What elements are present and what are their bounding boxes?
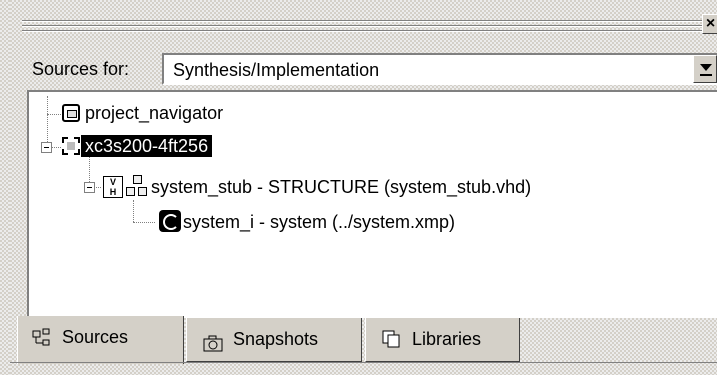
sources-tab-icon [32,328,50,346]
collapse-icon[interactable] [84,182,95,193]
sources-for-label: Sources for: [32,59,130,79]
panel-title-grip[interactable] [22,18,702,34]
tab-libraries[interactable]: Libraries [365,318,520,362]
xps-system-icon [159,210,181,232]
close-panel-button[interactable]: × [702,14,717,34]
libraries-icon [382,330,400,348]
close-icon: × [705,15,716,32]
tab-libraries-label: Libraries [412,329,482,349]
window-left-edge [0,0,10,375]
sources-for-dropdown[interactable]: Synthesis/Implementation [162,53,717,85]
tree-item-project-navigator[interactable]: project_navigator [85,102,223,124]
modules-icon [126,175,148,197]
chip-icon [62,137,80,155]
tab-sources-label: Sources [62,327,129,347]
project-icon [62,104,80,122]
tree-item-device[interactable]: xc3s200-4ft256 [81,135,213,157]
collapse-icon[interactable] [41,142,52,153]
vhdl-file-icon: VH [103,176,123,198]
camera-icon [203,335,223,352]
tree-item-system-stub[interactable]: system_stub - STRUCTURE (system_stub.vhd… [151,176,531,198]
tree-item-system-i[interactable]: system_i - system (../system.xmp) [183,211,455,233]
sources-panel: × Sources for: Synthesis/Implementation … [10,0,717,375]
chevron-down-icon [700,64,712,71]
sources-tree: project_navigator xc3s200-4ft256 VH syst… [27,90,717,318]
dropdown-arrow-button[interactable] [693,55,717,83]
tab-strip-bottom [10,362,717,363]
tab-snapshots-label: Snapshots [233,329,319,349]
tab-sources[interactable]: Sources [17,316,184,364]
sources-for-value: Synthesis/Implementation [173,60,380,80]
tab-snapshots[interactable]: Snapshots [186,318,362,362]
